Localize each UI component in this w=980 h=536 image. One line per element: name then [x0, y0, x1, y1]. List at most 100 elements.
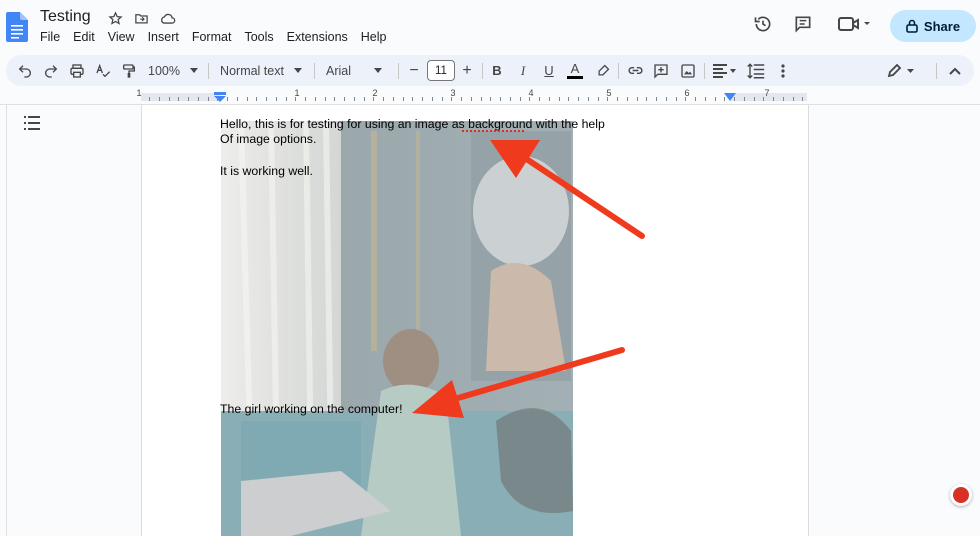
horizontal-ruler: 11234567 — [0, 88, 980, 105]
ruler-tick — [744, 97, 745, 101]
ruler-tick — [549, 97, 550, 101]
ruler-tick — [734, 97, 735, 101]
ruler-tick — [763, 97, 764, 101]
menu-insert[interactable]: Insert — [148, 30, 179, 44]
ruler-tick — [198, 97, 199, 101]
ruler-tick — [715, 97, 716, 101]
ruler-tick — [646, 97, 647, 101]
ruler-tick — [793, 97, 794, 101]
ruler-tick — [373, 97, 374, 101]
collapse-toolbar-icon[interactable] — [944, 55, 966, 86]
italic-icon[interactable]: I — [512, 55, 534, 86]
ruler-tick — [325, 97, 326, 101]
style-select[interactable]: Normal text — [214, 55, 308, 86]
insert-image-icon[interactable] — [677, 55, 699, 86]
underline-icon[interactable]: U — [538, 55, 560, 86]
ruler-tick — [432, 97, 433, 101]
cloud-status-icon[interactable] — [158, 9, 176, 27]
ruler-tick — [364, 97, 365, 101]
decrease-font-size-button[interactable]: − — [404, 55, 424, 86]
ruler-tick — [705, 97, 706, 101]
bold-icon[interactable]: B — [486, 55, 508, 86]
menu-tools[interactable]: Tools — [244, 30, 273, 44]
increase-font-size-button[interactable]: + — [457, 55, 477, 86]
menu-format[interactable]: Format — [192, 30, 232, 44]
ruler-tick — [295, 97, 296, 101]
ruler-tick — [578, 97, 579, 101]
left-indent-marker[interactable] — [214, 92, 226, 102]
print-icon[interactable] — [66, 55, 88, 86]
doc-line-4[interactable]: The girl working on the computer! — [220, 402, 403, 416]
ruler-tick — [724, 97, 725, 101]
vertical-ruler — [0, 105, 7, 536]
comments-icon[interactable] — [791, 12, 815, 36]
ruler-tick — [149, 97, 150, 101]
ruler-tick — [685, 97, 686, 101]
ruler-tick — [802, 97, 803, 101]
version-history-icon[interactable] — [751, 12, 775, 36]
text-color-icon[interactable]: A — [564, 55, 586, 86]
ruler-tick — [227, 97, 228, 101]
document-title[interactable]: Testing — [40, 8, 91, 26]
line-spacing-icon[interactable] — [744, 55, 768, 86]
menu-help[interactable]: Help — [361, 30, 387, 44]
editing-mode-icon[interactable] — [884, 55, 920, 86]
menu-bar: File Edit View Insert Format Tools Exten… — [40, 30, 400, 44]
move-folder-icon[interactable] — [132, 9, 150, 27]
chevron-down-icon — [293, 68, 302, 73]
style-value: Normal text — [220, 63, 284, 78]
ruler-tick — [481, 97, 482, 101]
paint-format-icon[interactable] — [118, 55, 140, 86]
doc-line-1[interactable]: Hello, this is for testing for using an … — [220, 117, 605, 131]
font-select[interactable]: Arial — [320, 55, 396, 86]
doc-line-2[interactable]: Of image options. — [220, 132, 316, 146]
doc-line-3[interactable]: It is working well. — [220, 164, 313, 178]
ruler-tick — [178, 97, 179, 101]
font-size-input[interactable]: 11 — [427, 60, 455, 81]
ruler-tick — [461, 97, 462, 101]
recording-indicator-button[interactable] — [950, 484, 972, 506]
lock-icon — [906, 19, 918, 33]
undo-icon[interactable] — [14, 55, 36, 86]
redo-icon[interactable] — [40, 55, 62, 86]
spellcheck-icon[interactable] — [92, 55, 114, 86]
ruler-tick — [412, 97, 413, 101]
ruler-tick — [354, 97, 355, 101]
docs-logo-icon[interactable] — [6, 12, 28, 42]
star-icon[interactable] — [106, 9, 124, 27]
ruler-tick — [422, 97, 423, 101]
menu-view[interactable]: View — [108, 30, 135, 44]
ruler-tick — [451, 97, 452, 101]
menu-extensions[interactable]: Extensions — [287, 30, 348, 44]
ruler-tick — [520, 97, 521, 101]
ruler-tick — [237, 97, 238, 101]
chevron-down-icon — [189, 68, 198, 73]
ruler-tick — [286, 97, 287, 101]
more-options-icon[interactable] — [772, 55, 794, 86]
ruler-tick — [656, 97, 657, 101]
highlight-icon[interactable] — [592, 55, 614, 86]
menu-edit[interactable]: Edit — [73, 30, 95, 44]
ruler-tick — [754, 97, 755, 101]
spelling-underline — [462, 130, 524, 132]
document-outline-icon[interactable] — [24, 116, 40, 130]
link-icon[interactable] — [624, 55, 646, 86]
ruler-tick — [676, 97, 677, 101]
ruler-tick — [627, 97, 628, 101]
ruler-tick — [393, 97, 394, 101]
menu-file[interactable]: File — [40, 30, 60, 44]
ruler-number: 7 — [764, 88, 770, 98]
ruler-tick — [383, 97, 384, 101]
meet-icon[interactable] — [836, 12, 872, 36]
background-image[interactable] — [221, 121, 573, 536]
ruler-tick — [783, 97, 784, 101]
ruler-tick — [490, 97, 491, 101]
ruler-tick — [471, 97, 472, 101]
ruler-tick — [208, 97, 209, 101]
add-comment-icon[interactable] — [650, 55, 672, 86]
align-icon[interactable] — [710, 55, 740, 86]
share-button[interactable]: Share — [890, 10, 976, 42]
app-header: Testing File Edit View Insert Format Too… — [0, 0, 980, 52]
ruler-tick — [159, 97, 160, 101]
zoom-select[interactable]: 100% — [144, 55, 202, 86]
